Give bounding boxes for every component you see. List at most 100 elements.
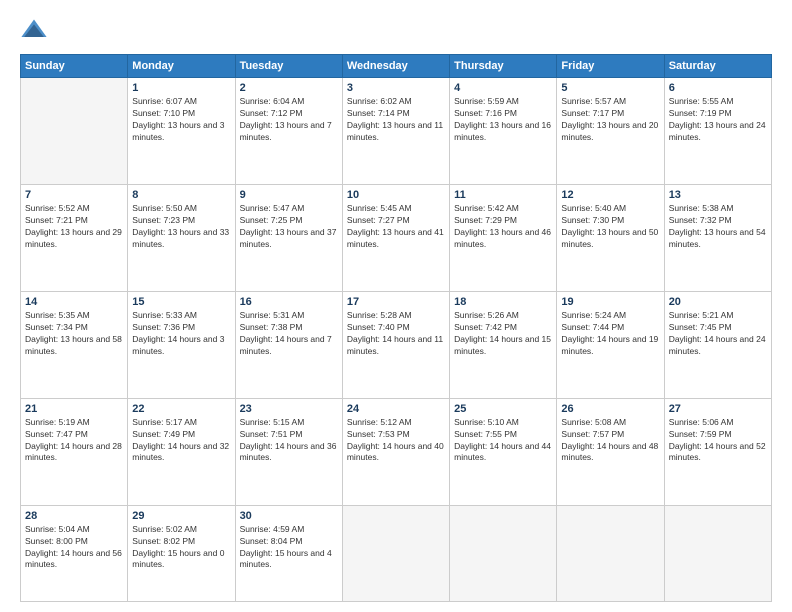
day-number: 7 <box>25 189 123 201</box>
day-number: 21 <box>25 403 123 415</box>
day-info: Sunrise: 5:45 AMSunset: 7:27 PMDaylight:… <box>347 203 445 251</box>
logo-icon <box>20 16 48 44</box>
calendar-cell: 30 Sunrise: 4:59 AMSunset: 8:04 PMDayligh… <box>235 505 342 601</box>
day-info: Sunrise: 5:04 AMSunset: 8:00 PMDaylight:… <box>25 524 123 572</box>
day-info: Sunrise: 5:59 AMSunset: 7:16 PMDaylight:… <box>454 96 552 144</box>
day-number: 23 <box>240 403 338 415</box>
day-number: 12 <box>561 189 659 201</box>
day-number: 26 <box>561 403 659 415</box>
day-info: Sunrise: 5:38 AMSunset: 7:32 PMDaylight:… <box>669 203 767 251</box>
day-info: Sunrise: 4:59 AMSunset: 8:04 PMDaylight:… <box>240 524 338 572</box>
weekday-saturday: Saturday <box>664 55 771 78</box>
calendar-cell: 14 Sunrise: 5:35 AMSunset: 7:34 PMDayligh… <box>21 291 128 398</box>
day-info: Sunrise: 6:02 AMSunset: 7:14 PMDaylight:… <box>347 96 445 144</box>
day-info: Sunrise: 5:06 AMSunset: 7:59 PMDaylight:… <box>669 417 767 465</box>
day-info: Sunrise: 5:33 AMSunset: 7:36 PMDaylight:… <box>132 310 230 358</box>
calendar-cell: 19 Sunrise: 5:24 AMSunset: 7:44 PMDayligh… <box>557 291 664 398</box>
calendar-cell <box>557 505 664 601</box>
day-number: 19 <box>561 296 659 308</box>
calendar-cell: 8Sunrise: 5:50 AMSunset: 7:23 PMDaylight… <box>128 184 235 291</box>
calendar-cell: 25 Sunrise: 5:10 AMSunset: 7:55 PMDayligh… <box>450 398 557 505</box>
calendar-cell: 24Sunrise: 5:12 AMSunset: 7:53 PMDayligh… <box>342 398 449 505</box>
day-number: 13 <box>669 189 767 201</box>
day-info: Sunrise: 5:24 AMSunset: 7:44 PMDaylight:… <box>561 310 659 358</box>
weekday-sunday: Sunday <box>21 55 128 78</box>
calendar-cell: 6 Sunrise: 5:55 AMSunset: 7:19 PMDaylight… <box>664 78 771 185</box>
day-info: Sunrise: 5:52 AMSunset: 7:21 PMDaylight:… <box>25 203 123 251</box>
week-row-2: 7 Sunrise: 5:52 AMSunset: 7:21 PMDaylight… <box>21 184 772 291</box>
day-number: 25 <box>454 403 552 415</box>
calendar-table: SundayMondayTuesdayWednesdayThursdayFrid… <box>20 54 772 602</box>
calendar-cell <box>21 78 128 185</box>
calendar-cell: 7 Sunrise: 5:52 AMSunset: 7:21 PMDaylight… <box>21 184 128 291</box>
day-number: 17 <box>347 296 445 308</box>
day-number: 29 <box>132 510 230 522</box>
day-number: 16 <box>240 296 338 308</box>
day-info: Sunrise: 5:17 AMSunset: 7:49 PMDaylight:… <box>132 417 230 465</box>
day-info: Sunrise: 5:21 AMSunset: 7:45 PMDaylight:… <box>669 310 767 358</box>
calendar-cell: 26 Sunrise: 5:08 AMSunset: 7:57 PMDayligh… <box>557 398 664 505</box>
calendar-cell: 22 Sunrise: 5:17 AMSunset: 7:49 PMDayligh… <box>128 398 235 505</box>
calendar-cell <box>664 505 771 601</box>
week-row-5: 28Sunrise: 5:04 AMSunset: 8:00 PMDayligh… <box>21 505 772 601</box>
calendar-cell: 23 Sunrise: 5:15 AMSunset: 7:51 PMDayligh… <box>235 398 342 505</box>
day-info: Sunrise: 5:12 AMSunset: 7:53 PMDaylight:… <box>347 417 445 465</box>
calendar-cell: 21 Sunrise: 5:19 AMSunset: 7:47 PMDayligh… <box>21 398 128 505</box>
day-info: Sunrise: 6:07 AMSunset: 7:10 PMDaylight:… <box>132 96 230 144</box>
day-number: 27 <box>669 403 767 415</box>
day-number: 11 <box>454 189 552 201</box>
calendar-cell: 13 Sunrise: 5:38 AMSunset: 7:32 PMDayligh… <box>664 184 771 291</box>
weekday-tuesday: Tuesday <box>235 55 342 78</box>
day-info: Sunrise: 5:28 AMSunset: 7:40 PMDaylight:… <box>347 310 445 358</box>
logo <box>20 16 50 44</box>
calendar-cell: 12 Sunrise: 5:40 AMSunset: 7:30 PMDayligh… <box>557 184 664 291</box>
calendar-cell: 28Sunrise: 5:04 AMSunset: 8:00 PMDayligh… <box>21 505 128 601</box>
weekday-header-row: SundayMondayTuesdayWednesdayThursdayFrid… <box>21 55 772 78</box>
weekday-friday: Friday <box>557 55 664 78</box>
day-info: Sunrise: 5:40 AMSunset: 7:30 PMDaylight:… <box>561 203 659 251</box>
calendar-cell: 1 Sunrise: 6:07 AMSunset: 7:10 PMDaylight… <box>128 78 235 185</box>
day-info: Sunrise: 5:57 AMSunset: 7:17 PMDaylight:… <box>561 96 659 144</box>
weekday-monday: Monday <box>128 55 235 78</box>
day-info: Sunrise: 5:26 AMSunset: 7:42 PMDaylight:… <box>454 310 552 358</box>
day-info: Sunrise: 5:35 AMSunset: 7:34 PMDaylight:… <box>25 310 123 358</box>
day-number: 6 <box>669 82 767 94</box>
week-row-3: 14 Sunrise: 5:35 AMSunset: 7:34 PMDayligh… <box>21 291 772 398</box>
day-number: 4 <box>454 82 552 94</box>
day-number: 18 <box>454 296 552 308</box>
calendar-cell: 20Sunrise: 5:21 AMSunset: 7:45 PMDayligh… <box>664 291 771 398</box>
day-number: 30 <box>240 510 338 522</box>
day-number: 10 <box>347 189 445 201</box>
calendar-cell: 16Sunrise: 5:31 AMSunset: 7:38 PMDayligh… <box>235 291 342 398</box>
day-info: Sunrise: 5:47 AMSunset: 7:25 PMDaylight:… <box>240 203 338 251</box>
day-info: Sunrise: 5:08 AMSunset: 7:57 PMDaylight:… <box>561 417 659 465</box>
calendar-cell: 3 Sunrise: 6:02 AMSunset: 7:14 PMDaylight… <box>342 78 449 185</box>
day-number: 2 <box>240 82 338 94</box>
week-row-4: 21 Sunrise: 5:19 AMSunset: 7:47 PMDayligh… <box>21 398 772 505</box>
calendar-cell: 18 Sunrise: 5:26 AMSunset: 7:42 PMDayligh… <box>450 291 557 398</box>
header <box>20 16 772 44</box>
day-number: 9 <box>240 189 338 201</box>
day-info: Sunrise: 5:55 AMSunset: 7:19 PMDaylight:… <box>669 96 767 144</box>
calendar-cell: 5 Sunrise: 5:57 AMSunset: 7:17 PMDaylight… <box>557 78 664 185</box>
day-info: Sunrise: 5:19 AMSunset: 7:47 PMDaylight:… <box>25 417 123 465</box>
calendar-cell: 11Sunrise: 5:42 AMSunset: 7:29 PMDayligh… <box>450 184 557 291</box>
calendar-cell: 15 Sunrise: 5:33 AMSunset: 7:36 PMDayligh… <box>128 291 235 398</box>
day-info: Sunrise: 5:15 AMSunset: 7:51 PMDaylight:… <box>240 417 338 465</box>
page: SundayMondayTuesdayWednesdayThursdayFrid… <box>0 0 792 612</box>
day-number: 15 <box>132 296 230 308</box>
weekday-wednesday: Wednesday <box>342 55 449 78</box>
day-number: 3 <box>347 82 445 94</box>
calendar-cell: 9 Sunrise: 5:47 AMSunset: 7:25 PMDaylight… <box>235 184 342 291</box>
day-number: 1 <box>132 82 230 94</box>
calendar-cell: 4 Sunrise: 5:59 AMSunset: 7:16 PMDaylight… <box>450 78 557 185</box>
calendar-cell: 27 Sunrise: 5:06 AMSunset: 7:59 PMDayligh… <box>664 398 771 505</box>
calendar-cell <box>450 505 557 601</box>
day-number: 5 <box>561 82 659 94</box>
day-info: Sunrise: 5:10 AMSunset: 7:55 PMDaylight:… <box>454 417 552 465</box>
day-number: 8 <box>132 189 230 201</box>
calendar-cell: 29 Sunrise: 5:02 AMSunset: 8:02 PMDayligh… <box>128 505 235 601</box>
day-number: 22 <box>132 403 230 415</box>
day-info: Sunrise: 5:02 AMSunset: 8:02 PMDaylight:… <box>132 524 230 572</box>
day-number: 14 <box>25 296 123 308</box>
